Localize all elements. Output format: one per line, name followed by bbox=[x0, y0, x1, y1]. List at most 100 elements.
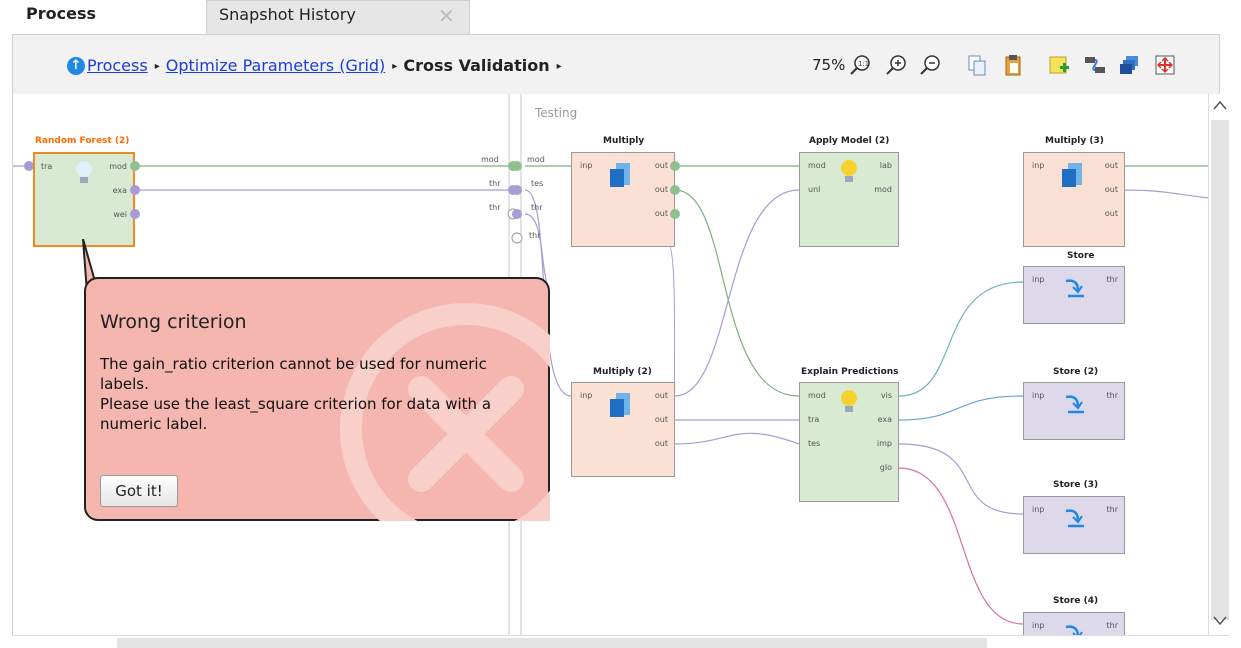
breadcrumb-separator[interactable]: ▸ bbox=[557, 61, 562, 72]
port-label: tra bbox=[41, 162, 53, 171]
store-icon bbox=[1065, 279, 1084, 298]
port-label: thr bbox=[529, 231, 541, 240]
operator-title: Multiply (2) bbox=[593, 367, 652, 377]
port-label: inp bbox=[1032, 275, 1045, 284]
port-label: out bbox=[1104, 209, 1118, 218]
breadcrumb-separator: ▸ bbox=[154, 61, 160, 72]
tab-process[interactable]: Process bbox=[0, 0, 206, 34]
multiply-2-operator[interactable]: inp out out out bbox=[571, 382, 675, 477]
process-view: Process Snapshot History ✕ ↑ Process ▸ Opt… bbox=[0, 0, 1241, 648]
tooltip-line: Please use the least_square criterion fo… bbox=[100, 395, 492, 433]
zoom-in-icon[interactable] bbox=[885, 53, 909, 77]
port-label: inp bbox=[1032, 161, 1045, 170]
breadcrumb: Process ▸ Optimize Parameters (Grid) ▸ Cross… bbox=[87, 56, 568, 75]
port-label: out bbox=[654, 391, 668, 400]
store-4-operator[interactable]: inp thr bbox=[1023, 612, 1125, 635]
tab-bar: Process Snapshot History ✕ bbox=[0, 0, 1241, 34]
port-label: unl bbox=[808, 185, 821, 194]
port-label: lab bbox=[879, 161, 892, 170]
port-label: mod bbox=[109, 162, 127, 171]
multiply-icon bbox=[610, 163, 630, 187]
add-note-icon[interactable] bbox=[1047, 53, 1071, 77]
port-label: out bbox=[654, 209, 668, 218]
port-label: inp bbox=[1032, 391, 1045, 400]
port-label: inp bbox=[1032, 505, 1045, 514]
apply-model-operator[interactable]: mod unl lab mod bbox=[799, 152, 899, 247]
multiply-3-operator[interactable]: inp out out out bbox=[1023, 152, 1125, 247]
port-label: mod bbox=[527, 155, 545, 164]
breadcrumb-optimize-parameters[interactable]: Optimize Parameters (Grid) bbox=[166, 56, 386, 75]
chevron-up-icon[interactable] bbox=[1212, 98, 1228, 112]
port-label: tra bbox=[808, 415, 820, 424]
scroll-thumb[interactable] bbox=[117, 638, 987, 648]
operator-title: Random Forest (2) bbox=[35, 136, 130, 146]
operator-title: Store (4) bbox=[1053, 596, 1099, 606]
tooltip-message: The gain_ratio criterion cannot be used … bbox=[100, 354, 540, 434]
breadcrumb-process[interactable]: Process bbox=[87, 56, 148, 75]
up-arrow-icon[interactable]: ↑ bbox=[67, 57, 85, 75]
operator-title: Multiply (3) bbox=[1045, 136, 1104, 146]
multiply-icon bbox=[1062, 163, 1082, 187]
paste-icon[interactable] bbox=[1001, 53, 1025, 77]
tooltip-line: The gain_ratio criterion cannot be used … bbox=[100, 355, 487, 393]
svg-text:1:1: 1:1 bbox=[858, 60, 869, 68]
scroll-thumb[interactable] bbox=[1211, 120, 1229, 620]
horizontal-scrollbar[interactable] bbox=[12, 635, 1230, 648]
auto-wire-icon[interactable] bbox=[1083, 53, 1107, 77]
port-label: out bbox=[654, 415, 668, 424]
close-icon[interactable]: ✕ bbox=[438, 4, 455, 28]
zoom-reset-icon[interactable]: 1:1 bbox=[849, 53, 873, 77]
port-label: thr bbox=[531, 203, 543, 212]
process-toolbar: ↑ Process ▸ Optimize Parameters (Grid) ▸ Cro… bbox=[12, 34, 1220, 94]
port-label: thr bbox=[1106, 275, 1119, 284]
lightbulb-icon bbox=[841, 390, 857, 412]
store-2-operator[interactable]: inp thr bbox=[1023, 382, 1125, 440]
fit-icon[interactable] bbox=[1153, 53, 1177, 77]
store-operator[interactable]: inp thr bbox=[1023, 266, 1125, 324]
port-label: out bbox=[1104, 185, 1118, 194]
zoom-level: 75% bbox=[812, 56, 846, 74]
port-label: vis bbox=[880, 391, 892, 400]
random-forest-operator[interactable]: tra mod exa wei bbox=[33, 152, 135, 247]
tab-snapshot-history[interactable]: Snapshot History bbox=[206, 0, 470, 34]
operator-title: Store (3) bbox=[1053, 480, 1099, 490]
testing-label: Testing bbox=[535, 106, 578, 120]
explain-predictions-operator[interactable]: mod tra tes vis exa imp glo bbox=[799, 382, 899, 502]
error-tooltip: Wrong criterion The gain_ratio criterion… bbox=[84, 277, 550, 521]
port-label: tes bbox=[531, 179, 544, 188]
port-label: exa bbox=[112, 186, 127, 195]
vertical-scrollbar[interactable] bbox=[1208, 94, 1230, 635]
port-label: wei bbox=[113, 210, 127, 219]
port-label: mod bbox=[874, 185, 892, 194]
port-label: tes bbox=[808, 439, 821, 448]
port-label: thr bbox=[489, 179, 501, 188]
port-label: imp bbox=[876, 439, 892, 448]
got-it-button[interactable]: Got it! bbox=[100, 475, 178, 507]
chevron-down-icon[interactable] bbox=[1212, 614, 1228, 628]
port-label: thr bbox=[1106, 391, 1119, 400]
tooltip-title: Wrong criterion bbox=[100, 311, 247, 333]
store-3-operator[interactable]: inp thr bbox=[1023, 496, 1125, 554]
breadcrumb-cross-validation: Cross Validation bbox=[403, 56, 550, 75]
zoom-out-icon[interactable] bbox=[919, 53, 943, 77]
store-icon bbox=[1065, 509, 1084, 528]
port-label: exa bbox=[877, 415, 892, 424]
lightbulb-icon bbox=[76, 161, 92, 183]
store-icon bbox=[1065, 625, 1083, 635]
lightbulb-icon bbox=[841, 160, 857, 182]
copy-icon[interactable] bbox=[965, 53, 989, 77]
port-label: out bbox=[1104, 161, 1118, 170]
multiply-operator[interactable]: inp out out out bbox=[571, 152, 675, 247]
operator-title: Multiply bbox=[603, 136, 645, 146]
arrange-icon[interactable] bbox=[1117, 53, 1141, 77]
port-label: mod bbox=[808, 391, 826, 400]
operator-title: Apply Model (2) bbox=[809, 136, 890, 146]
port-label: glo bbox=[879, 463, 892, 472]
port-label: out bbox=[654, 185, 668, 194]
output-ports bbox=[670, 161, 680, 219]
port-label: mod bbox=[808, 161, 826, 170]
port-label: out bbox=[654, 439, 668, 448]
port-label: inp bbox=[580, 161, 593, 170]
port-label: thr bbox=[489, 203, 501, 212]
port-label: mod bbox=[481, 155, 499, 164]
